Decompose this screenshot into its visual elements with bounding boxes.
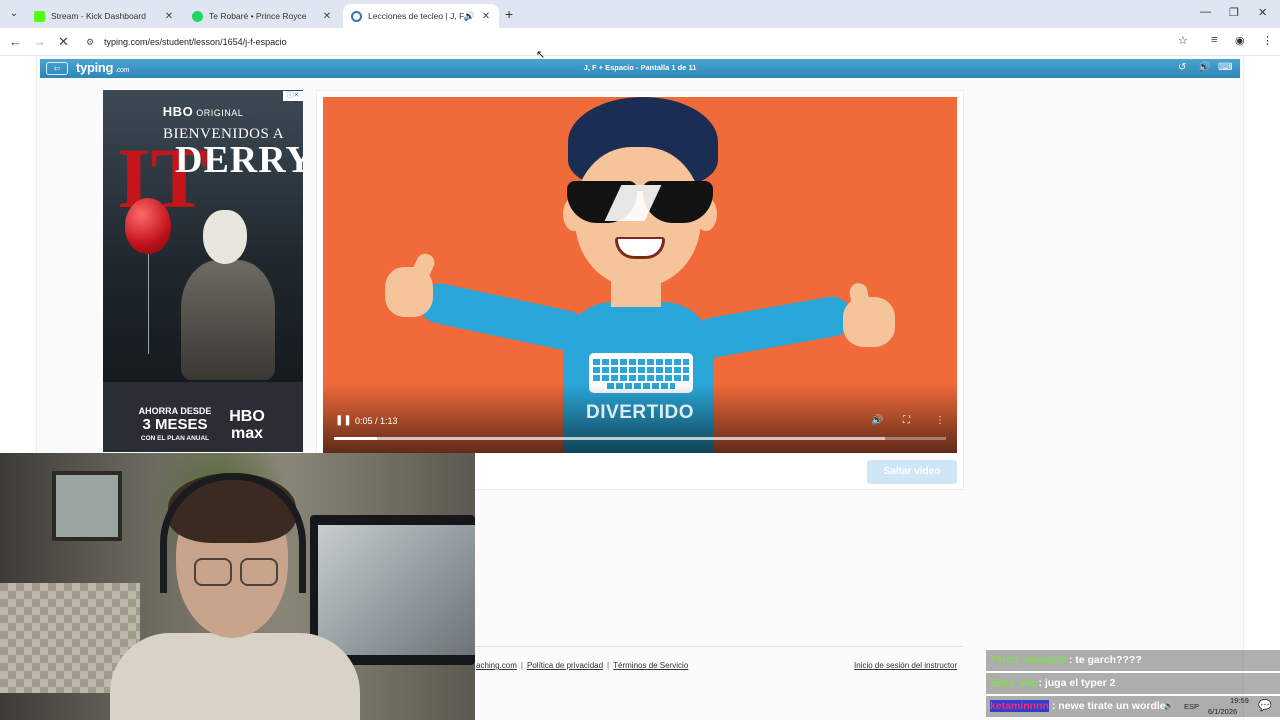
stop-loading-icon[interactable]: ✕ — [58, 34, 69, 50]
clown-figure — [173, 200, 283, 380]
pause-icon[interactable]: ❚❚ — [335, 415, 352, 426]
instructor-login-link[interactable]: Inicio de sesión del instructor — [854, 661, 957, 670]
site-settings-icon[interactable]: ⚙ — [86, 32, 94, 52]
language-indicator[interactable]: ESP — [1184, 702, 1199, 711]
lesson-title: J, F + Espacio - Pantalla 1 de 11 — [583, 63, 697, 72]
spotify-favicon-icon — [192, 10, 203, 22]
history-icon[interactable]: ↺ — [1178, 62, 1186, 73]
tab-label: Lecciones de tecleo | J, F + — [368, 11, 464, 21]
forward-arrow-icon[interactable]: → — [33, 34, 46, 49]
close-tab-icon[interactable]: ✕ — [481, 11, 491, 22]
restore-icon[interactable]: ❐ — [1229, 6, 1239, 19]
notifications-icon[interactable]: 💬 — [1258, 699, 1272, 712]
footer-link-teaching[interactable]: aching.com — [476, 661, 517, 670]
tab-prince-royce[interactable]: Te Robaré • Prince Royce ✕ — [184, 4, 340, 28]
audio-playing-icon[interactable]: 🔊 — [464, 11, 475, 22]
chat-message: Enzo_wq : juga el typer 2 — [986, 673, 1280, 694]
max-logo-line1: HBO — [229, 408, 265, 425]
bookmark-star-icon[interactable]: ☆ — [1178, 34, 1188, 47]
chat-username: ketaminnnn — [990, 700, 1049, 712]
streamer-glasses — [240, 558, 278, 586]
video-caption: DIVERTIDO — [586, 402, 694, 423]
thumbs-up-right-icon — [843, 297, 895, 347]
ad-offer-line2: 3 MESES — [142, 416, 208, 433]
webcam-window — [52, 471, 122, 541]
video-more-icon[interactable]: ⋮ — [935, 415, 945, 426]
chat-message: T0rch_messi10 : te garch???? — [986, 650, 1280, 671]
webcam-monitor-screen — [318, 525, 475, 655]
tab-strip: ⌄ Stream - Kick Dashboard ✕ Te Robaré • … — [0, 0, 1280, 28]
ad-offer: AHORRA DESDE 3 MESES CON EL PLAN ANUAL — [127, 406, 223, 444]
ad-offer-line1: AHORRA DESDE — [138, 406, 212, 416]
chat-text: : juga el typer 2 — [1038, 677, 1116, 689]
skip-video-button[interactable]: Saltar video — [867, 460, 957, 484]
tab-label: Te Robaré • Prince Royce — [209, 11, 307, 21]
thumbs-up-left-icon — [385, 267, 433, 317]
tab-label: Stream - Kick Dashboard — [51, 11, 146, 21]
chat-username: Enzo_wq — [990, 677, 1036, 689]
webcam-overlay — [0, 453, 475, 720]
balloon-string — [148, 254, 149, 354]
chat-username: T0rch_messi10 — [990, 654, 1066, 666]
lesson-header-bar: ⇦ typing .com J, F + Espacio - Pantalla 1… — [40, 59, 1240, 78]
volume-tray-icon[interactable]: 🔊 — [1164, 701, 1173, 710]
address-toolbar: ← → ✕ ⚙ typing.com/es/student/lesson/165… — [0, 28, 1280, 56]
back-arrow-icon[interactable]: ← — [9, 34, 22, 49]
ad-offer-line3: CON EL PLAN ANUAL — [140, 435, 210, 442]
ad-brand-suffix: ORIGINAL — [196, 108, 244, 118]
video-progress-fill — [334, 437, 377, 440]
url-input[interactable]: ⚙ typing.com/es/student/lesson/1654/j-f-… — [80, 32, 1200, 52]
clock-date[interactable]: 6/1/2026 — [1208, 707, 1237, 716]
hbo-advertisement[interactable]: IT HBO ORIGINAL BIENVENIDOS A DERRY AHORR… — [103, 90, 303, 452]
video-buffer-fill — [334, 437, 885, 440]
footer-links: aching.com | Política de privacidad | Términ… — [476, 661, 689, 670]
tab-typing-lesson[interactable]: Lecciones de tecleo | J, F + 🔊 ✕ — [343, 4, 499, 28]
ad-title: DERRY — [175, 139, 303, 181]
ad-choices-icon[interactable]: ⓘ✕ — [283, 91, 303, 101]
profile-icon[interactable]: ◉ — [1235, 34, 1245, 47]
typing-favicon-icon — [351, 10, 362, 22]
footer-link-privacy[interactable]: Política de privacidad — [527, 661, 603, 670]
close-tab-icon[interactable]: ✕ — [322, 11, 332, 22]
streamer-shirt — [110, 633, 360, 720]
mouse-cursor-icon: ↖ — [536, 49, 546, 61]
video-volume-icon[interactable]: 🔊 — [871, 415, 883, 426]
minimize-icon[interactable]: — — [1200, 6, 1211, 18]
video-progress-bar[interactable] — [334, 437, 946, 440]
lesson-video[interactable]: DIVERTIDO ❚❚ 0:05 / 1:13 🔊 ⛶ ⋮ — [323, 97, 957, 453]
tab-search-icon[interactable]: ⌄ — [6, 6, 22, 22]
footer-divider — [475, 646, 963, 647]
footer-link-terms[interactable]: Términos de Servicio — [613, 661, 688, 670]
character-right-arm — [690, 293, 856, 361]
red-balloon-icon — [125, 198, 171, 254]
keyboard-icon[interactable]: ⌨ — [1218, 62, 1232, 73]
max-logo-line2: max — [230, 425, 264, 442]
url-text: typing.com/es/student/lesson/1654/j-f-es… — [104, 37, 287, 47]
kick-favicon-icon — [34, 10, 45, 22]
menu-dots-icon[interactable]: ⋮ — [1262, 34, 1273, 47]
close-tab-icon[interactable]: ✕ — [164, 11, 174, 22]
system-tray: 🔊 ESP 19:59 6/1/2026 💬 — [1120, 693, 1280, 720]
tab-kick-dashboard[interactable]: Stream - Kick Dashboard ✕ — [26, 4, 182, 28]
new-tab-button[interactable]: + — [505, 6, 513, 22]
streamer-glasses — [194, 558, 232, 586]
fullscreen-icon[interactable]: ⛶ — [903, 415, 910, 426]
close-window-icon[interactable]: ✕ — [1258, 6, 1267, 19]
footer-instructor: Inicio de sesión del instructor — [854, 661, 957, 670]
clock-time[interactable]: 19:59 — [1230, 696, 1249, 705]
ad-brand-name: HBO — [162, 104, 194, 119]
chat-text: : te garch???? — [1068, 654, 1142, 666]
volume-icon[interactable]: 🔊 — [1198, 62, 1210, 73]
hbo-max-logo: HBO max — [223, 408, 271, 442]
video-time: 0:05 / 1:13 — [355, 416, 398, 426]
media-control-icon[interactable]: ≡ — [1211, 34, 1217, 46]
ad-brand: HBO ORIGINAL — [103, 104, 303, 119]
